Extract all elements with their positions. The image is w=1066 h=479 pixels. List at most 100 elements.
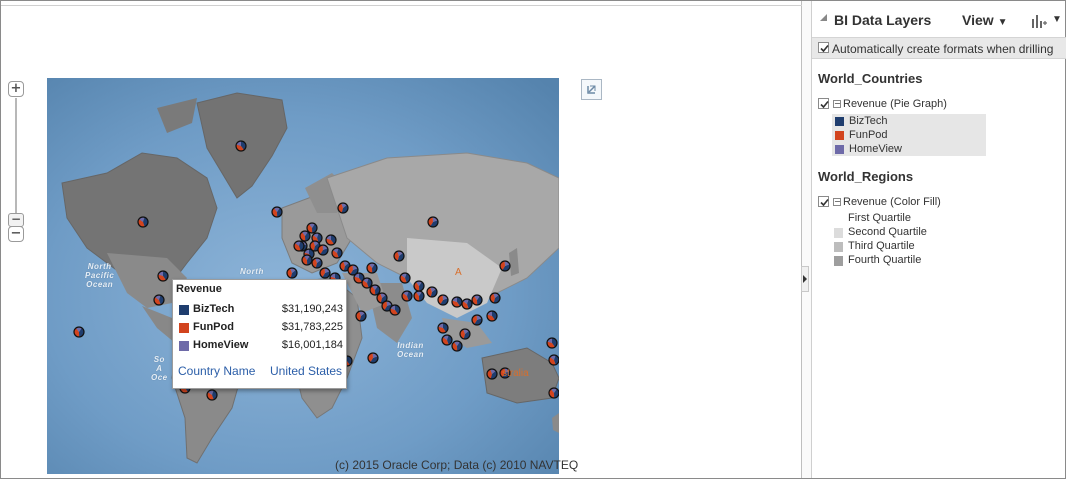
pie-marker[interactable] — [355, 310, 367, 322]
tooltip-country-name-value[interactable]: United States — [270, 364, 342, 378]
swatch-second-quartile — [834, 228, 843, 238]
pie-marker[interactable] — [548, 354, 559, 366]
pie-marker[interactable] — [427, 216, 439, 228]
pie-marker[interactable] — [486, 310, 498, 322]
pie-marker[interactable] — [137, 216, 149, 228]
pie-marker[interactable] — [235, 140, 247, 152]
chevron-down-icon: ▼ — [997, 17, 1008, 28]
zoom-slider-track[interactable] — [15, 98, 17, 226]
pie-marker[interactable] — [271, 206, 283, 218]
pie-marker[interactable] — [461, 298, 473, 310]
layer-visibility-checkbox-countries[interactable] — [818, 98, 829, 109]
pie-marker[interactable] — [337, 202, 349, 214]
pie-marker[interactable] — [413, 290, 425, 302]
pie-marker[interactable] — [317, 244, 329, 256]
pie-marker[interactable] — [361, 277, 373, 289]
tooltip-country-name-label[interactable]: Country Name — [178, 364, 255, 378]
view-menu-label: View — [962, 12, 994, 28]
layer-title-world-regions: World_Regions — [818, 169, 914, 184]
tooltip-row-funpod: FunPod $31,783,225 — [179, 321, 347, 335]
swatch-funpod — [835, 131, 844, 140]
pie-marker[interactable] — [157, 270, 169, 282]
pie-marker[interactable] — [299, 230, 311, 242]
pie-marker[interactable] — [367, 352, 379, 364]
pie-marker[interactable] — [471, 294, 483, 306]
tooltip-series-name: FunPod — [193, 321, 234, 333]
pie-marker[interactable] — [73, 326, 85, 338]
pie-marker[interactable] — [546, 337, 558, 349]
zoom-out-button[interactable]: − — [8, 226, 24, 242]
panel-title: BI Data Layers — [834, 12, 932, 28]
zoom-slider-thumb[interactable]: − — [8, 213, 24, 227]
swatch-third-quartile — [834, 242, 843, 252]
legend-label: Third Quartile — [848, 240, 915, 252]
legend-label: Second Quartile — [848, 226, 927, 238]
pie-marker[interactable] — [369, 284, 381, 296]
pie-marker[interactable] — [437, 322, 449, 334]
map-canvas[interactable] — [47, 78, 559, 474]
pie-marker[interactable] — [311, 257, 323, 269]
view-menu-button[interactable]: View ▼ — [962, 12, 1008, 28]
collapse-overview-icon — [587, 85, 596, 94]
layer-format-countries[interactable]: Revenue (Pie Graph) — [843, 98, 947, 110]
auto-format-label: Automatically create formats when drilli… — [832, 42, 1054, 56]
layer-visibility-checkbox-regions[interactable] — [818, 196, 829, 207]
pie-marker[interactable] — [499, 260, 511, 272]
collapse-triangle-icon[interactable] — [819, 13, 828, 24]
pie-marker[interactable] — [399, 272, 411, 284]
ocean-label-indian: Indian Ocean — [397, 341, 424, 359]
layer-format-regions[interactable]: Revenue (Color Fill) — [843, 196, 941, 208]
swatch-first-quartile — [834, 214, 843, 224]
land-label-asia: A — [455, 267, 462, 278]
legend-label: Fourth Quartile — [848, 254, 922, 266]
zoom-in-button[interactable]: + — [8, 81, 24, 97]
overview-toggle-button[interactable] — [581, 79, 602, 100]
pie-marker[interactable] — [413, 280, 425, 292]
pie-marker[interactable] — [471, 314, 483, 326]
pie-marker[interactable] — [441, 334, 453, 346]
pie-marker[interactable] — [366, 262, 378, 274]
panel-splitter[interactable] — [802, 1, 811, 478]
pie-marker[interactable] — [293, 240, 305, 252]
pie-marker[interactable] — [393, 250, 405, 262]
legend-label: FunPod — [849, 129, 888, 141]
pie-marker[interactable] — [486, 368, 498, 380]
swatch-biztech — [179, 305, 189, 315]
pie-marker[interactable] — [426, 286, 438, 298]
collapse-minus-icon[interactable]: − — [833, 198, 841, 206]
legend-label: HomeView — [849, 143, 902, 155]
legend-label: First Quartile — [848, 212, 911, 224]
pie-marker[interactable] — [286, 267, 298, 279]
land-label-australia: stralia — [502, 368, 529, 379]
pie-marker[interactable] — [489, 292, 501, 304]
collapse-minus-icon[interactable]: − — [833, 100, 841, 108]
map-top-divider — [1, 5, 802, 6]
pie-marker[interactable] — [389, 304, 401, 316]
map-copyright: (c) 2015 Oracle Corp; Data (c) 2010 NAVT… — [335, 458, 579, 472]
layer-options-icon[interactable] — [1030, 11, 1048, 29]
auto-format-checkbox[interactable] — [818, 42, 829, 53]
swatch-biztech — [835, 117, 844, 126]
pie-marker[interactable] — [306, 222, 318, 234]
pie-marker[interactable] — [451, 296, 463, 308]
splitter-collapse-handle[interactable] — [801, 266, 809, 292]
pie-marker[interactable] — [451, 340, 463, 352]
pie-marker[interactable] — [548, 387, 559, 399]
tooltip-series-value: $31,190,243 — [281, 303, 343, 315]
pie-marker[interactable] — [325, 234, 337, 246]
pie-marker[interactable] — [459, 328, 471, 340]
tooltip-row-homeview: HomeView $16,001,184 — [179, 339, 347, 353]
pie-marker[interactable] — [401, 290, 413, 302]
ocean-label-north-atlantic: North — [240, 267, 264, 276]
pie-marker[interactable] — [206, 389, 218, 401]
chevron-down-icon[interactable]: ▼ — [1052, 14, 1062, 25]
pie-marker[interactable] — [153, 294, 165, 306]
pie-marker[interactable] — [437, 294, 449, 306]
pie-marker[interactable] — [301, 254, 313, 266]
world-map[interactable]: North Pacific Ocean North So A Oce India… — [47, 78, 559, 474]
tooltip-series-value: $31,783,225 — [281, 321, 343, 333]
ocean-label-north-pacific: North Pacific Ocean — [85, 262, 115, 289]
pie-marker[interactable] — [319, 267, 331, 279]
pie-marker[interactable] — [331, 247, 343, 259]
tooltip-series-value: $16,001,184 — [281, 339, 343, 351]
